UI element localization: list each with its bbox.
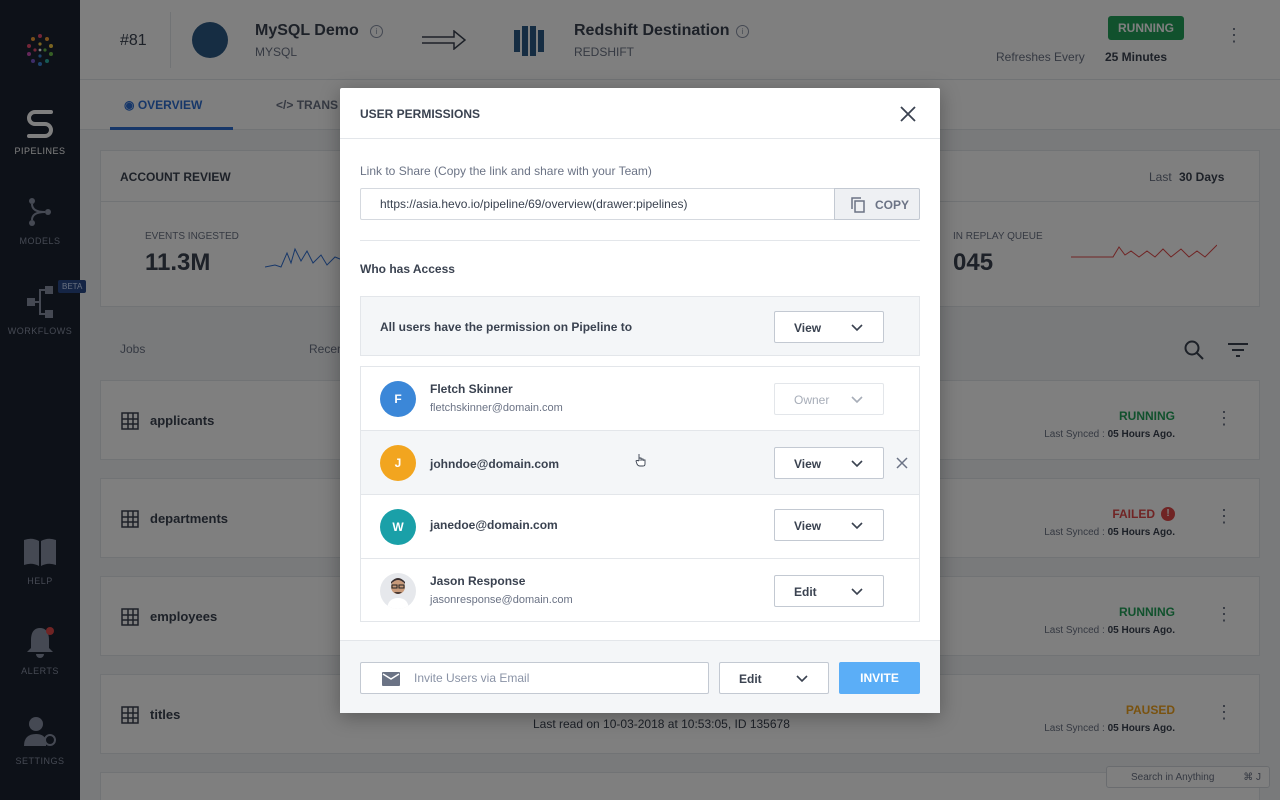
hand-cursor-icon xyxy=(635,454,646,467)
user-row: W janedoe@domain.com View xyxy=(361,495,919,559)
chevron-down-icon xyxy=(851,588,863,596)
user-name: janedoe@domain.com xyxy=(430,518,558,532)
avatar xyxy=(380,573,416,609)
user-row: Jason Response jasonresponse@domain.com … xyxy=(361,559,919,623)
user-permission-select[interactable]: Edit xyxy=(774,575,884,607)
user-access-list: F Fletch Skinner fletchskinner@domain.co… xyxy=(360,366,920,622)
user-name: johndoe@domain.com xyxy=(430,457,560,471)
chevron-down-icon xyxy=(851,324,863,332)
all-users-label: All users have the permission on Pipelin… xyxy=(380,320,633,334)
remove-user-icon[interactable] xyxy=(896,457,908,469)
user-email: fletchskinner@domain.com xyxy=(430,402,563,414)
user-name: Fletch Skinner xyxy=(430,382,513,396)
copy-icon xyxy=(851,197,865,213)
user-name: Jason Response xyxy=(430,574,526,588)
share-link-label: Link to Share (Copy the link and share w… xyxy=(360,164,652,178)
close-icon[interactable] xyxy=(898,104,918,124)
mail-icon xyxy=(382,672,400,686)
chevron-down-icon xyxy=(851,522,863,530)
user-permissions-modal: USER PERMISSIONS Link to Share (Copy the… xyxy=(340,88,940,713)
invite-button[interactable]: INVITE xyxy=(839,662,920,694)
chevron-down-icon xyxy=(851,460,863,468)
all-users-permission-select[interactable]: View xyxy=(774,311,884,343)
user-permission-select[interactable]: View xyxy=(774,509,884,541)
access-title: Who has Access xyxy=(360,262,455,276)
modal-footer: Edit INVITE xyxy=(340,640,940,713)
user-email: jasonresponse@domain.com xyxy=(430,594,573,606)
chevron-down-icon xyxy=(851,396,863,404)
invite-permission-select[interactable]: Edit xyxy=(719,662,829,694)
avatar: W xyxy=(380,509,416,545)
avatar: F xyxy=(380,381,416,417)
copy-button[interactable]: COPY xyxy=(834,188,920,220)
all-users-permission-row: All users have the permission on Pipelin… xyxy=(360,296,920,356)
invite-email-field[interactable] xyxy=(360,662,709,694)
invite-email-input[interactable] xyxy=(414,664,704,692)
avatar: J xyxy=(380,445,416,481)
modal-title: USER PERMISSIONS xyxy=(360,107,481,121)
modal-header: USER PERMISSIONS xyxy=(340,88,940,139)
user-permission-select: Owner xyxy=(774,383,884,415)
chevron-down-icon xyxy=(796,675,808,683)
user-permission-select[interactable]: View xyxy=(774,447,884,479)
user-row: J johndoe@domain.com View xyxy=(361,431,919,495)
share-link-field[interactable]: https://asia.hevo.io/pipeline/69/overvie… xyxy=(360,188,835,220)
user-row: F Fletch Skinner fletchskinner@domain.co… xyxy=(361,367,919,431)
divider xyxy=(360,240,920,241)
